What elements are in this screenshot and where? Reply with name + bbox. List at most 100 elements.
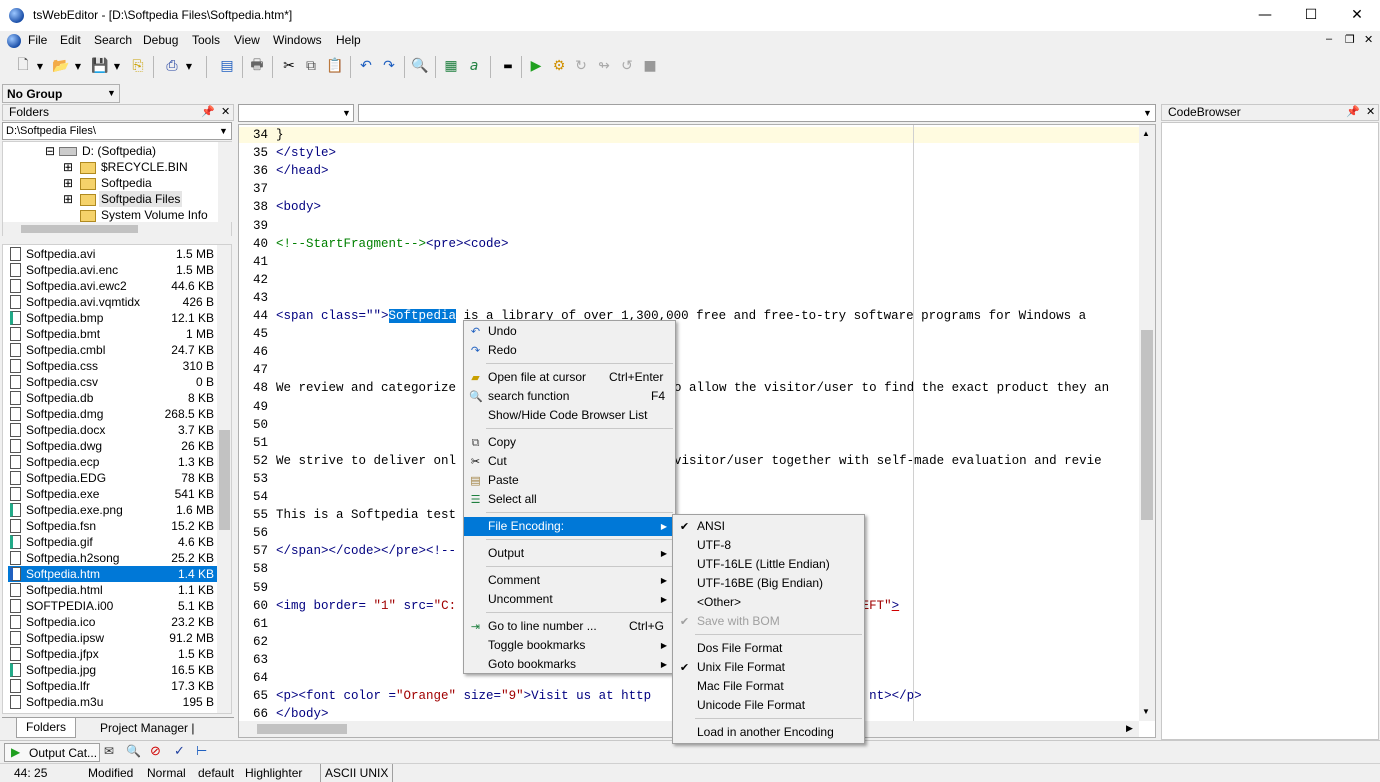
file-list-item[interactable]: Softpedia.htm 1.4 KB <box>8 566 218 582</box>
paste-icon[interactable]: 📋 <box>324 55 346 77</box>
redo-icon[interactable]: ↷ <box>378 55 400 77</box>
menu-file-encoding[interactable]: File Encoding: ▶ <box>464 517 675 536</box>
debug-gear-icon[interactable]: ⚙ <box>548 55 570 77</box>
mdi-restore-icon[interactable]: ❐ <box>1345 33 1355 46</box>
menu-search-function[interactable]: 🔍 search function F4 <box>464 387 675 406</box>
tree-view-icon[interactable]: ⊢ <box>196 743 207 759</box>
menu-other-encoding[interactable]: <Other> <box>673 593 864 612</box>
open-folder-icon[interactable]: 📂 <box>50 55 72 77</box>
file-list-item[interactable]: Softpedia.ico 23.2 KB <box>8 614 218 630</box>
function-select[interactable]: ▼ <box>358 104 1156 122</box>
file-list-item[interactable]: Softpedia.avi 1.5 MB <box>8 246 218 262</box>
new-dropdown-icon[interactable]: ▼ <box>34 55 46 77</box>
scrollbar-thumb[interactable] <box>257 724 347 734</box>
file-list-item[interactable]: Softpedia.bmp 12.1 KB <box>8 310 218 326</box>
minimize-panel-icon[interactable]: ▬ <box>497 55 519 77</box>
pin-icon[interactable]: 📌 <box>1346 105 1360 120</box>
file-list-item[interactable]: Softpedia.m3u 195 B <box>8 694 218 710</box>
file-list-item[interactable]: Softpedia.db 8 KB <box>8 390 218 406</box>
maximize-button[interactable]: ☐ <box>1288 0 1334 31</box>
step-into-icon[interactable]: ↻ <box>570 55 592 77</box>
tree-item-system-volume[interactable]: System Volume Info <box>101 208 217 222</box>
menu-tools[interactable]: Tools <box>192 33 220 47</box>
file-list-item[interactable]: Softpedia.cmbl 24.7 KB <box>8 342 218 358</box>
scroll-up-icon[interactable]: ▲ <box>1142 129 1150 138</box>
scroll-right-icon[interactable]: ▶ <box>1126 723 1133 734</box>
editor-vscrollbar[interactable]: ▲ ▼ <box>1139 125 1155 721</box>
minimize-button[interactable]: — <box>1242 0 1288 31</box>
menu-cut[interactable]: ✂ Cut <box>464 452 675 471</box>
spellcheck-icon[interactable]: ✓ <box>174 743 185 759</box>
tree-item-softpedia-files[interactable]: Softpedia Files <box>99 191 183 207</box>
menu-dos-format[interactable]: Dos File Format <box>673 639 864 658</box>
undo-icon[interactable]: ↶ <box>355 55 377 77</box>
stop-icon[interactable]: ■ <box>639 55 661 77</box>
tree-vscrollbar[interactable] <box>218 142 232 222</box>
menu-search[interactable]: Search <box>94 33 132 47</box>
menu-redo[interactable]: ↷ Redo <box>464 341 675 360</box>
codebrowser-list[interactable] <box>1161 122 1379 740</box>
tree-hscrollbar[interactable] <box>3 222 231 236</box>
preview-icon[interactable]: ⎙ <box>161 55 183 77</box>
menu-utf8[interactable]: UTF-8 <box>673 536 864 555</box>
close-button[interactable]: ✕ <box>1334 0 1380 31</box>
file-list-item[interactable]: Softpedia.jfpx 1.5 KB <box>8 646 218 662</box>
path-select[interactable]: D:\Softpedia Files\ ▼ <box>2 122 232 140</box>
menu-show-hide-code-browser[interactable]: Show/Hide Code Browser List <box>464 406 675 425</box>
menu-utf16le[interactable]: UTF-16LE (Little Endian) <box>673 555 864 574</box>
file-list-item[interactable]: Softpedia.bmt 1 MB <box>8 326 218 342</box>
search-icon[interactable]: 🔍 <box>126 744 141 758</box>
tree-expander-icon[interactable]: ⊟ <box>45 144 55 158</box>
print-icon[interactable]: 🖶 <box>246 55 268 77</box>
tree-expander-icon[interactable]: ⊞ <box>63 160 73 174</box>
mdi-minimize-icon[interactable]: – <box>1326 33 1332 45</box>
find-icon[interactable]: 🔍 <box>409 55 431 77</box>
file-list-item[interactable]: Softpedia.lfr 17.3 KB <box>8 678 218 694</box>
tree-expander-icon[interactable]: ⊞ <box>63 192 73 206</box>
table-icon[interactable]: ▦ <box>440 55 462 77</box>
file-list-item[interactable]: SOFTPEDIA.i00 5.1 KB <box>8 598 218 614</box>
file-list-item[interactable]: Softpedia.ecp 1.3 KB <box>8 454 218 470</box>
tree-expander-icon[interactable]: ⊞ <box>63 176 73 190</box>
file-list-item[interactable]: Softpedia.avi.vqmtidx 426 B <box>8 294 218 310</box>
menu-uncomment[interactable]: Uncomment ▶ <box>464 590 675 609</box>
menu-goto-bookmarks[interactable]: Goto bookmarks ▶ <box>464 655 675 674</box>
tree-item-recycle[interactable]: $RECYCLE.BIN <box>101 160 188 174</box>
step-out-icon[interactable]: ↺ <box>616 55 638 77</box>
file-list-item[interactable]: Softpedia.jpg 16.5 KB <box>8 662 218 678</box>
menu-undo[interactable]: ↶ Undo <box>464 322 675 341</box>
cut-icon[interactable]: ✂ <box>278 55 300 77</box>
menu-paste[interactable]: ▤ Paste <box>464 471 675 490</box>
menu-file[interactable]: File <box>28 33 47 47</box>
menu-utf16be[interactable]: UTF-16BE (Big Endian) <box>673 574 864 593</box>
menu-unicode-format[interactable]: Unicode File Format <box>673 696 864 715</box>
tab-folders[interactable]: Folders <box>16 718 76 738</box>
new-file-icon[interactable]: 🗋 <box>12 55 34 77</box>
menu-windows[interactable]: Windows <box>273 33 322 47</box>
open-dropdown-icon[interactable]: ▼ <box>72 55 84 77</box>
close-icon[interactable]: ✕ <box>1366 105 1375 120</box>
menu-select-all[interactable]: ☰ Select all <box>464 490 675 509</box>
menu-comment[interactable]: Comment ▶ <box>464 571 675 590</box>
menu-view[interactable]: View <box>234 33 260 47</box>
menu-load-another-encoding[interactable]: Load in another Encoding <box>673 723 864 742</box>
file-list-item[interactable]: Softpedia.exe.png 1.6 MB <box>8 502 218 518</box>
file-list-item[interactable]: Softpedia.EDG 78 KB <box>8 470 218 486</box>
menu-ansi[interactable]: ✔ ANSI <box>673 517 864 536</box>
file-list-item[interactable]: Softpedia.exe 541 KB <box>8 486 218 502</box>
file-list-item[interactable]: Softpedia.fsn 15.2 KB <box>8 518 218 534</box>
file-list-item[interactable]: Softpedia.dwg 26 KB <box>8 438 218 454</box>
close-icon[interactable]: ✕ <box>221 105 230 120</box>
copy-icon[interactable]: ⧉ <box>300 55 322 77</box>
menu-edit[interactable]: Edit <box>60 33 81 47</box>
file-list-item[interactable]: Softpedia.docx 3.7 KB <box>8 422 218 438</box>
output-catalog-tab[interactable]: ▶ Output Cat... <box>4 743 100 762</box>
menu-debug[interactable]: Debug <box>143 33 178 47</box>
file-list-item[interactable]: Softpedia.avi.enc 1.5 MB <box>8 262 218 278</box>
tab-project-manager[interactable]: Project Manager | <box>100 721 195 735</box>
scroll-down-icon[interactable]: ▼ <box>1142 707 1150 716</box>
preview-dropdown-icon[interactable]: ▼ <box>183 55 195 77</box>
file-list-item[interactable]: Softpedia.html 1.1 KB <box>8 582 218 598</box>
scrollbar-thumb[interactable] <box>21 225 138 233</box>
file-list-item[interactable]: Softpedia.dmg 268.5 KB <box>8 406 218 422</box>
